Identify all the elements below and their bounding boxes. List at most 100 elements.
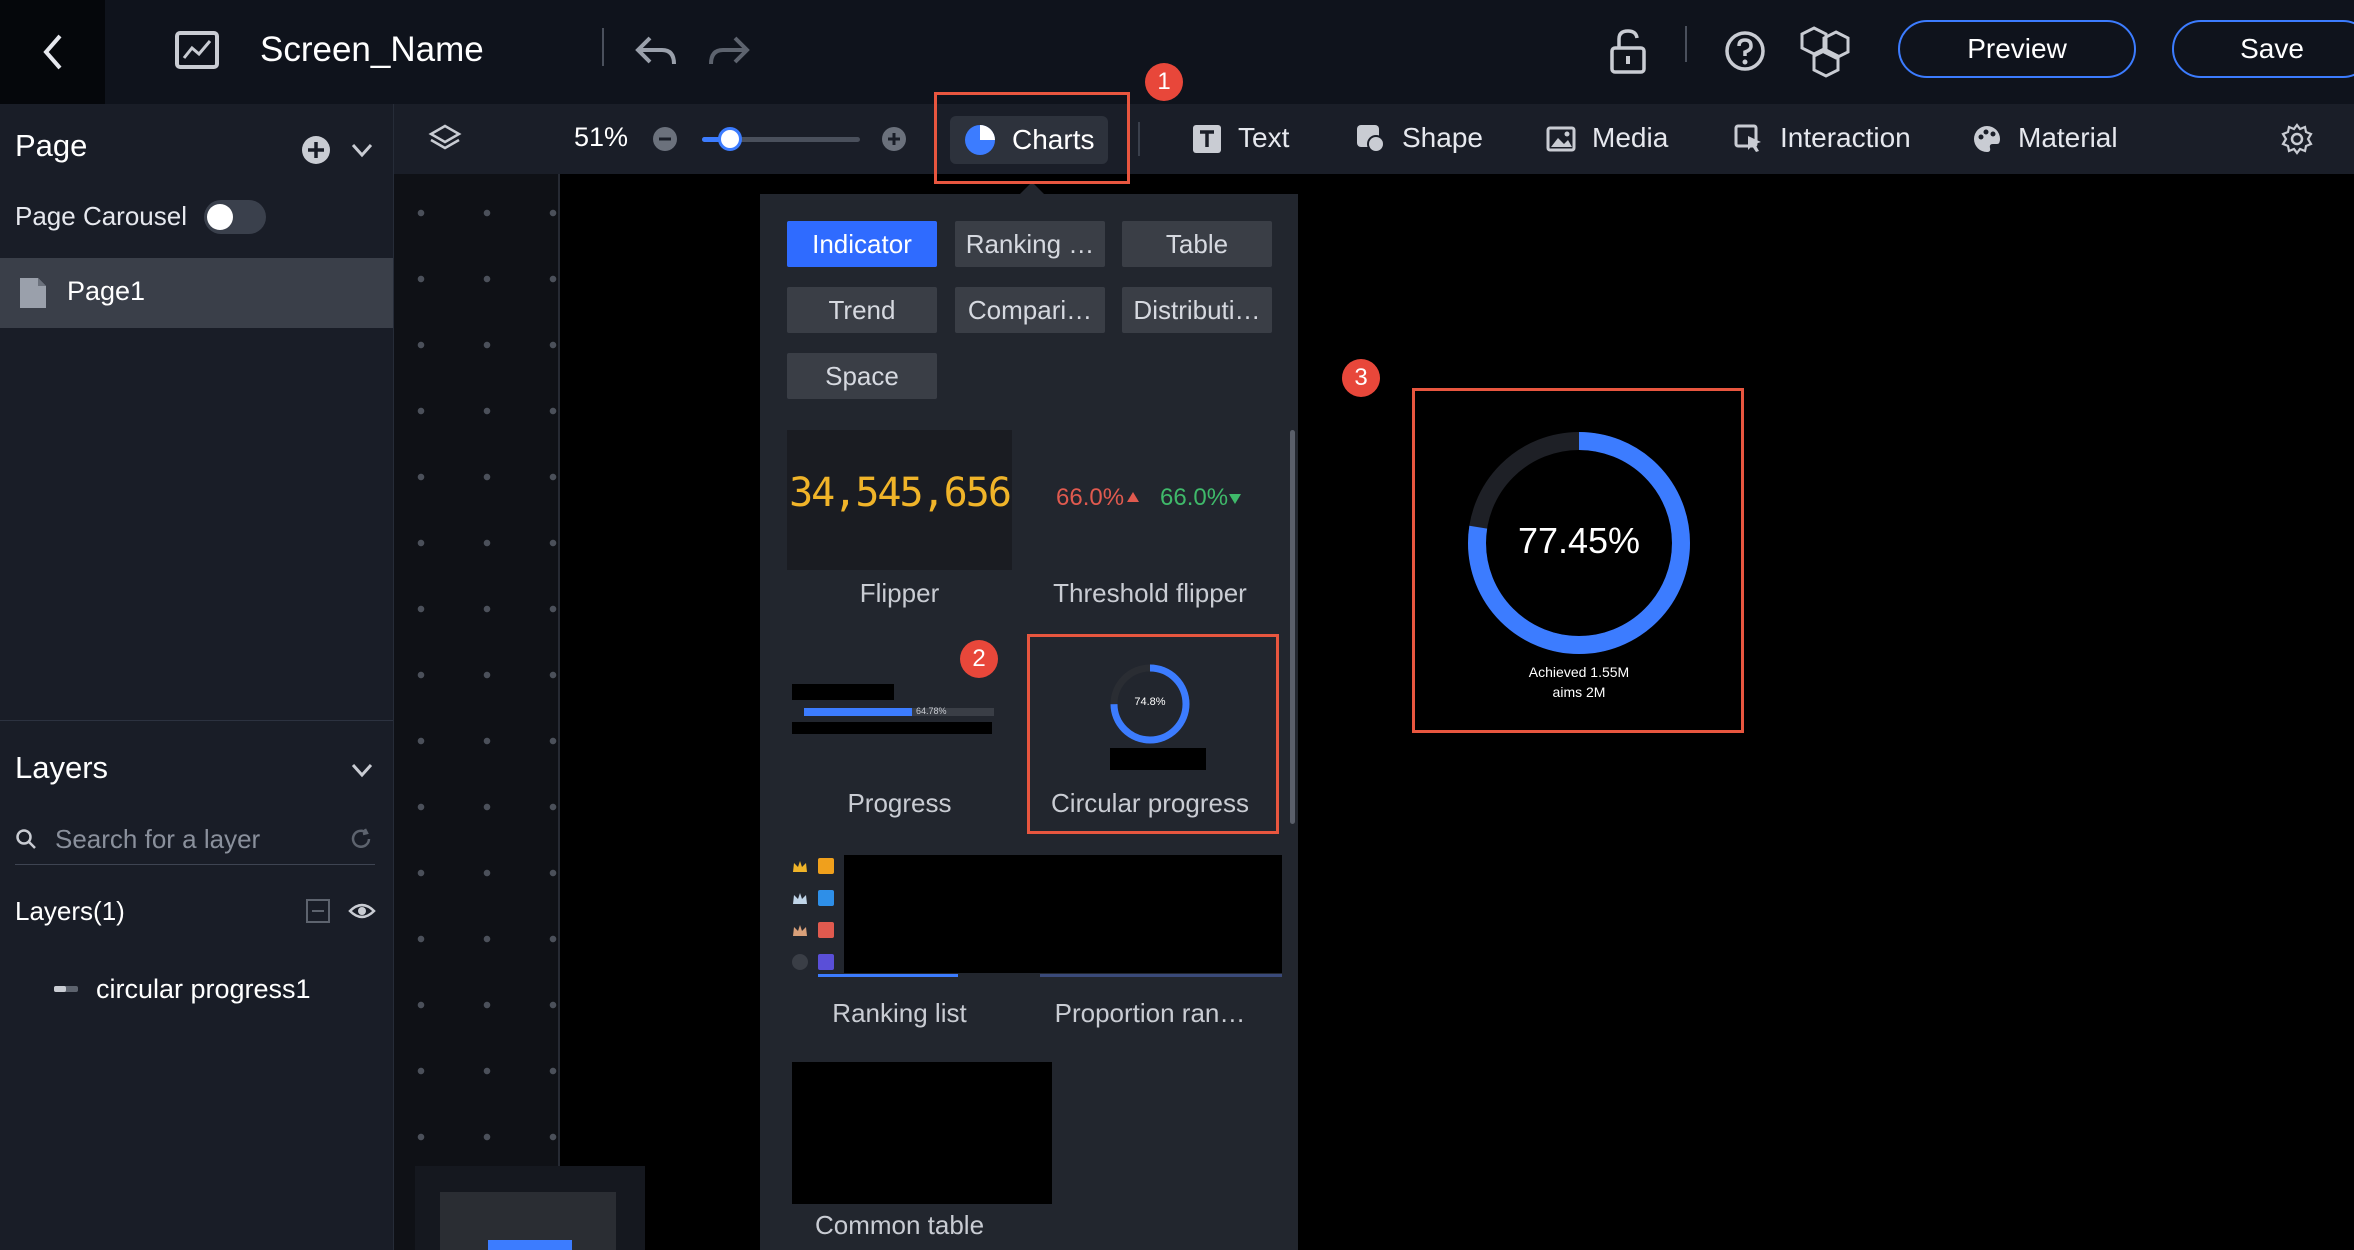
threshold-down-value: 66.0% bbox=[1160, 484, 1229, 511]
add-page-button[interactable] bbox=[300, 134, 332, 166]
tile-label-proportion-ranking: Proportion ran… bbox=[1054, 998, 1246, 1028]
help-button[interactable] bbox=[1718, 24, 1772, 78]
search-icon bbox=[15, 828, 37, 850]
page-file-icon bbox=[18, 276, 48, 310]
common-table-thumbnail[interactable] bbox=[792, 1062, 1052, 1204]
rank-avatar bbox=[818, 858, 834, 874]
minimap-viewport[interactable] bbox=[488, 1240, 572, 1250]
page-section-title: Page bbox=[15, 128, 88, 163]
step-marker: 1 bbox=[1145, 63, 1183, 101]
tool-label: Text bbox=[1238, 122, 1290, 153]
palette-icon bbox=[1972, 124, 2002, 154]
category-table[interactable]: Table bbox=[1122, 221, 1272, 267]
page-collapse-button[interactable] bbox=[348, 136, 376, 164]
ranking-thumb-bar bbox=[818, 974, 958, 977]
tile-label-progress: Progress bbox=[847, 788, 952, 818]
progress-thumbnail[interactable] bbox=[787, 660, 1012, 780]
crown-bronze-icon bbox=[792, 924, 808, 938]
undo-button[interactable] bbox=[632, 26, 682, 76]
screen-name-title[interactable]: Screen_Name bbox=[260, 24, 484, 76]
visibility-toggle[interactable] bbox=[348, 898, 376, 924]
step-marker: 2 bbox=[960, 640, 998, 678]
progress-thumb-value: 64.78% bbox=[916, 706, 947, 716]
chevron-down-icon bbox=[348, 136, 376, 164]
lock-button[interactable] bbox=[1602, 24, 1656, 78]
collapse-all-button[interactable] bbox=[305, 898, 331, 924]
ranking-thumb-content bbox=[844, 855, 1282, 973]
layers-toggle-button[interactable] bbox=[428, 122, 462, 156]
category-trend[interactable]: Trend bbox=[787, 287, 937, 333]
layers-collapse-button[interactable] bbox=[348, 756, 376, 784]
layers-icon bbox=[428, 122, 462, 156]
tool-label: Material bbox=[2018, 122, 2118, 153]
minus-circle-icon bbox=[651, 125, 679, 153]
refresh-icon[interactable] bbox=[348, 826, 374, 852]
category-distribution[interactable]: Distributi… bbox=[1122, 287, 1272, 333]
chevron-left-icon bbox=[38, 32, 68, 72]
flipper-value: 34,545,656 bbox=[789, 470, 1012, 516]
zoom-in-button[interactable] bbox=[880, 125, 908, 153]
arrow-down-icon bbox=[1228, 493, 1242, 505]
zoom-slider-handle[interactable] bbox=[718, 127, 742, 151]
tile-label-ranking-list: Ranking list bbox=[832, 998, 967, 1028]
search-placeholder: Search for a layer bbox=[55, 824, 261, 854]
eye-icon bbox=[348, 898, 376, 924]
page-list-item[interactable] bbox=[0, 258, 393, 328]
highlight-circular-progress-tile bbox=[1027, 634, 1279, 834]
components-button[interactable] bbox=[1796, 22, 1854, 80]
rank-avatar bbox=[818, 922, 834, 938]
page-list-item-label: Page1 bbox=[67, 276, 146, 306]
tool-label: Shape bbox=[1402, 122, 1483, 153]
toggle-knob bbox=[207, 204, 233, 230]
crown-silver-icon bbox=[792, 892, 808, 906]
category-space[interactable]: Space bbox=[787, 353, 937, 399]
tile-label-common-table: Common table bbox=[814, 1210, 985, 1240]
canvas-ruler-area bbox=[394, 174, 559, 1250]
layers-count-label: Layers(1) bbox=[15, 896, 125, 926]
save-button[interactable]: Save bbox=[2172, 20, 2354, 78]
interaction-icon bbox=[1734, 124, 1764, 154]
divider bbox=[602, 28, 604, 66]
section-divider bbox=[0, 720, 393, 721]
rank-avatar bbox=[818, 890, 834, 906]
crown-gold-icon bbox=[792, 860, 808, 874]
layer-list-item-label: circular progress1 bbox=[96, 974, 311, 1004]
tile-label-threshold-flipper: Threshold flipper bbox=[1053, 578, 1247, 608]
screen-icon bbox=[174, 28, 220, 74]
canvas-edge bbox=[558, 174, 560, 1250]
layers-section-title: Layers bbox=[15, 750, 109, 785]
rank-avatar bbox=[818, 954, 834, 970]
gear-icon bbox=[2280, 122, 2314, 156]
progress-thumb-caption-bar bbox=[792, 722, 992, 734]
help-icon bbox=[1718, 24, 1772, 78]
tool-label: Media bbox=[1592, 122, 1669, 153]
divider bbox=[1138, 122, 1140, 156]
back-button[interactable] bbox=[0, 0, 105, 104]
category-comparison[interactable]: Compari… bbox=[955, 287, 1105, 333]
highlight-charts-button bbox=[934, 92, 1130, 184]
category-ranking[interactable]: Ranking … bbox=[955, 221, 1105, 267]
progress-layer-icon bbox=[53, 982, 79, 996]
progress-thumb-title-bar bbox=[792, 684, 894, 700]
settings-button[interactable] bbox=[2280, 122, 2314, 156]
category-indicator[interactable]: Indicator bbox=[787, 221, 937, 267]
zoom-out-button[interactable] bbox=[651, 125, 679, 153]
plus-circle-icon bbox=[300, 134, 332, 166]
redo-button[interactable] bbox=[703, 26, 753, 76]
tool-label: Interaction bbox=[1780, 122, 1911, 153]
step-marker: 3 bbox=[1342, 359, 1380, 397]
undo-icon bbox=[632, 26, 682, 76]
text-tool-icon bbox=[1192, 124, 1222, 154]
panel-scrollbar[interactable] bbox=[1290, 430, 1295, 824]
image-icon bbox=[1546, 124, 1576, 154]
preview-button[interactable]: Preview bbox=[1898, 20, 2136, 78]
arrow-up-icon bbox=[1126, 491, 1140, 503]
threshold-up-value: 66.0% bbox=[1056, 484, 1125, 511]
progress-thumb-fill bbox=[804, 708, 912, 716]
unlock-icon bbox=[1602, 24, 1656, 78]
redo-icon bbox=[703, 26, 753, 76]
proportion-thumb-bar bbox=[1040, 974, 1282, 977]
zoom-level: 51% bbox=[574, 122, 629, 152]
tile-label-flipper: Flipper bbox=[859, 578, 940, 608]
shape-tool-icon bbox=[1356, 124, 1386, 154]
